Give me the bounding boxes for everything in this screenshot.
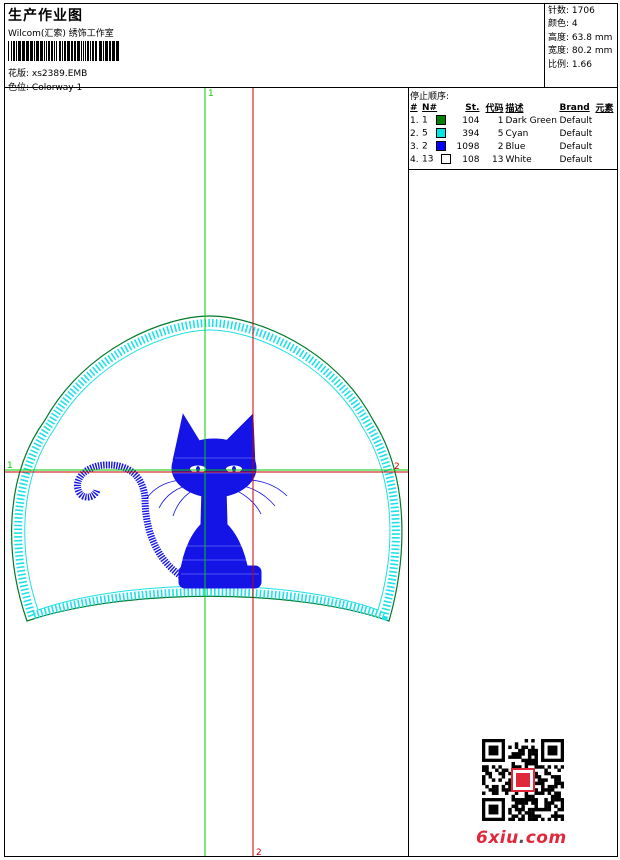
color-swatch: [435, 128, 446, 139]
col-description: 描述: [505, 104, 524, 114]
color-swatch: [441, 154, 452, 165]
cat-tail: [74, 461, 184, 579]
header-divider-vertical: [544, 3, 545, 87]
embroidery-design: [11, 315, 403, 622]
col-index: #: [410, 102, 418, 113]
panel-divider-vertical: [408, 87, 409, 857]
row-element: [594, 127, 617, 140]
table-row: 3. 2 1098 2 Blue Default: [409, 140, 617, 153]
row-element: [594, 140, 617, 153]
stat-scale: 比例: 1.66: [548, 59, 592, 70]
guide-label-left: 1: [7, 461, 13, 471]
watermark-brand: 6xiu: [476, 828, 519, 848]
row-element: [594, 114, 617, 127]
row-brand: Default: [559, 115, 593, 126]
page-title: 生产作业图: [8, 8, 83, 24]
row-stitches: 104: [462, 115, 480, 126]
color-swatch: [435, 141, 446, 152]
row-brand: Default: [559, 128, 593, 139]
row-stitches: 1098: [456, 141, 480, 152]
row-code: 5: [497, 128, 504, 139]
row-description: Dark Green: [505, 115, 557, 126]
row-index: 1.: [410, 115, 419, 126]
design-label: 花版:: [8, 69, 30, 79]
design-canvas: 1 2 1 2: [5, 88, 408, 856]
row-stitches: 108: [462, 154, 480, 165]
col-element: 元素: [595, 104, 614, 114]
watermark-dot: .: [518, 828, 526, 848]
design-file-name: xs2389.EMB: [31, 69, 88, 79]
row-needle: 1: [421, 114, 452, 127]
color-swatch: [435, 115, 446, 126]
design-stats: 针数: 1706 颜色: 4 高度: 63.8 mm 宽度: 80.2 mm 比…: [548, 5, 614, 72]
cat-base: [178, 565, 262, 589]
row-needle: 2: [421, 140, 452, 153]
table-row: 2. 5 394 5 Cyan Default: [409, 127, 617, 140]
guide-label-bottom: 2: [256, 848, 262, 856]
col-code: 代码: [485, 104, 504, 114]
stat-width: 宽度: 80.2 mm: [548, 46, 613, 57]
stop-sequence-rows: 1. 1 104 1 Dark Green Default 2. 5 394 5 Cyan Defau…: [409, 114, 617, 166]
row-index: 4.: [410, 154, 419, 165]
table-row: 4. 13 108 13 White Default: [409, 153, 617, 166]
alignment-guides: 1 2 1 2: [5, 88, 408, 856]
watermark-domain: com: [525, 828, 567, 848]
row-stitches: 394: [462, 128, 480, 139]
row-code: 1: [497, 115, 504, 126]
row-brand: Default: [559, 141, 593, 152]
panel-divider-horizontal: [408, 169, 618, 170]
company-name: Wilcom(汇索) 绣饰工作室: [8, 29, 114, 39]
stop-sequence-table: # N# St. 代码 描述 Brand 元素 1. 1 104 1 Dark Gree…: [409, 101, 617, 166]
header-info: 生产作业图 Wilcom(汇索) 绣饰工作室 花版: xs2389.EMB 色位…: [5, 4, 543, 93]
row-index: 3.: [410, 141, 419, 152]
col-needle: N#: [422, 102, 438, 113]
row-description: White: [505, 154, 532, 165]
table-row: 1. 1 104 1 Dark Green Default: [409, 114, 617, 127]
stat-height: 高度: 63.8 mm: [548, 32, 613, 43]
col-brand: Brand: [559, 102, 590, 113]
table-header-row: # N# St. 代码 描述 Brand 元素: [409, 101, 617, 115]
row-needle: 5: [421, 127, 452, 140]
stat-stitches: 针数: 1706: [548, 6, 595, 16]
watermark: 6xiu.com: [476, 828, 567, 848]
guide-label-top: 1: [208, 89, 214, 99]
row-description: Cyan: [505, 128, 529, 139]
col-stitches: St.: [465, 102, 480, 113]
row-code: 2: [497, 141, 504, 152]
row-brand: Default: [559, 154, 593, 165]
barcode: [8, 41, 119, 61]
qr-code: [482, 739, 564, 821]
design-file-row: 花版: xs2389.EMB: [8, 66, 87, 79]
row-index: 2.: [410, 128, 419, 139]
guide-label-right: 2: [394, 462, 400, 472]
row-needle: 13: [421, 153, 452, 166]
row-element: [594, 153, 617, 166]
row-code: 13: [492, 154, 504, 165]
row-description: Blue: [505, 141, 526, 152]
stat-colors: 颜色: 4: [548, 19, 578, 30]
